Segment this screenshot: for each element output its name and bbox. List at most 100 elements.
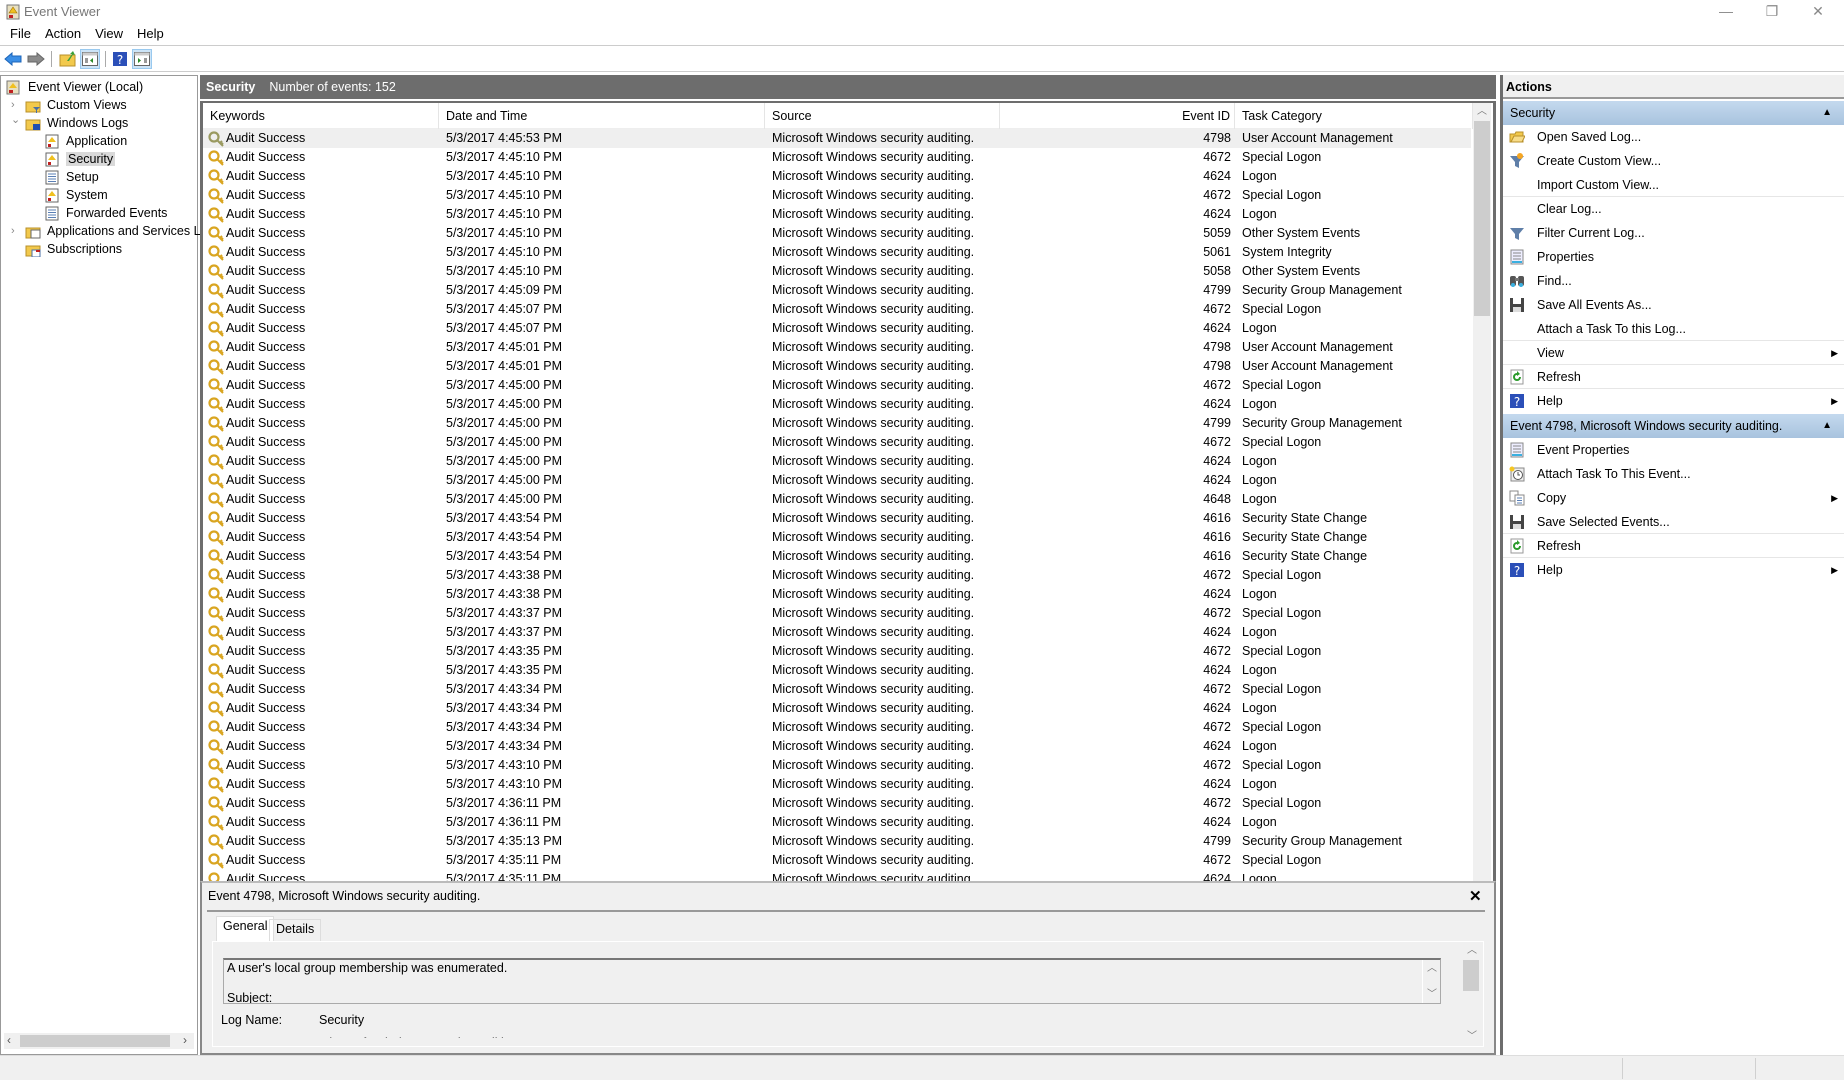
table-row[interactable]: Audit Success 5/3/2017 4:45:10 PM Microsof… xyxy=(203,148,1471,167)
tree-item-system[interactable]: System xyxy=(44,186,108,204)
table-row[interactable]: Audit Success 5/3/2017 4:45:53 PM Microsof… xyxy=(203,129,1471,148)
column-header-task-category[interactable]: Task Category xyxy=(1235,103,1473,129)
tree-item-applications-and-services-lo[interactable]: Applications and Services Lo xyxy=(25,222,208,240)
scroll-down-arrow-icon[interactable]: ﹀ xyxy=(1423,986,1440,1003)
action-help[interactable]: ? Help ▶ xyxy=(1503,558,1844,582)
tab-details[interactable]: Details xyxy=(269,919,322,941)
show-hide-console-tree-button[interactable] xyxy=(80,49,100,69)
scroll-thumb[interactable] xyxy=(1474,121,1490,316)
action-help[interactable]: ? Help ▶ xyxy=(1503,389,1844,413)
table-row[interactable]: Audit Success 5/3/2017 4:35:13 PM Microsof… xyxy=(203,832,1471,851)
table-row[interactable]: Audit Success 5/3/2017 4:45:00 PM Microsof… xyxy=(203,433,1471,452)
menu-action[interactable]: Action xyxy=(38,24,88,43)
scroll-up-arrow-icon[interactable]: ︿ xyxy=(1423,960,1440,978)
action-group-header[interactable]: Security ▲ xyxy=(1503,101,1844,125)
action-clear-log[interactable]: Clear Log... xyxy=(1503,197,1844,221)
table-row[interactable]: Audit Success 5/3/2017 4:45:10 PM Microsof… xyxy=(203,243,1471,262)
forward-button[interactable] xyxy=(26,49,46,69)
column-header-event-id[interactable]: Event ID xyxy=(1000,103,1235,129)
collapse-triangle-icon[interactable]: ▲ xyxy=(1822,101,1832,125)
expand-chevron-icon[interactable]: › xyxy=(11,225,21,237)
table-row[interactable]: Audit Success 5/3/2017 4:43:35 PM Microsof… xyxy=(203,661,1471,680)
table-row[interactable]: Audit Success 5/3/2017 4:43:34 PM Microsof… xyxy=(203,737,1471,756)
table-row[interactable]: Audit Success 5/3/2017 4:45:00 PM Microsof… xyxy=(203,490,1471,509)
message-scrollbar[interactable]: ︿ ﹀ xyxy=(1422,960,1440,1003)
table-row[interactable]: Audit Success 5/3/2017 4:45:07 PM Microsof… xyxy=(203,300,1471,319)
back-button[interactable] xyxy=(3,49,23,69)
table-row[interactable]: Audit Success 5/3/2017 4:45:10 PM Microsof… xyxy=(203,205,1471,224)
table-row[interactable]: Audit Success 5/3/2017 4:43:38 PM Microsof… xyxy=(203,585,1471,604)
table-row[interactable]: Audit Success 5/3/2017 4:43:35 PM Microsof… xyxy=(203,642,1471,661)
tree-item-custom-views[interactable]: Custom Views xyxy=(25,96,127,114)
table-row[interactable]: Audit Success 5/3/2017 4:45:10 PM Microsof… xyxy=(203,224,1471,243)
table-row[interactable]: Audit Success 5/3/2017 4:45:10 PM Microsof… xyxy=(203,262,1471,281)
table-row[interactable]: Audit Success 5/3/2017 4:45:00 PM Microsof… xyxy=(203,452,1471,471)
table-row[interactable]: Audit Success 5/3/2017 4:45:00 PM Microsof… xyxy=(203,376,1471,395)
action-attach-a-task-to-this-log[interactable]: Attach a Task To this Log... xyxy=(1503,317,1844,341)
menu-view[interactable]: View xyxy=(88,24,130,43)
collapse-triangle-icon[interactable]: ▲ xyxy=(1822,414,1832,438)
action-refresh[interactable]: Refresh xyxy=(1503,365,1844,389)
table-row[interactable]: Audit Success 5/3/2017 4:45:00 PM Microsof… xyxy=(203,471,1471,490)
table-row[interactable]: Audit Success 5/3/2017 4:43:54 PM Microsof… xyxy=(203,547,1471,566)
action-filter-current-log[interactable]: Filter Current Log... xyxy=(1503,221,1844,245)
menu-file[interactable]: File xyxy=(3,24,38,43)
table-row[interactable]: Audit Success 5/3/2017 4:45:00 PM Microsof… xyxy=(203,414,1471,433)
table-row[interactable]: Audit Success 5/3/2017 4:43:10 PM Microsof… xyxy=(203,775,1471,794)
table-row[interactable]: Audit Success 5/3/2017 4:36:11 PM Microsof… xyxy=(203,794,1471,813)
up-one-level-button[interactable] xyxy=(58,49,78,69)
help-button[interactable]: ? xyxy=(110,49,130,69)
table-row[interactable]: Audit Success 5/3/2017 4:43:54 PM Microsof… xyxy=(203,509,1471,528)
collapse-chevron-icon[interactable]: ⌄ xyxy=(11,114,21,126)
scroll-thumb[interactable] xyxy=(1463,960,1479,991)
table-row[interactable]: Audit Success 5/3/2017 4:45:01 PM Microsof… xyxy=(203,357,1471,376)
menu-help[interactable]: Help xyxy=(130,24,171,43)
tree-item-setup[interactable]: Setup xyxy=(44,168,99,186)
scroll-up-arrow-icon[interactable]: ︿ xyxy=(1473,103,1491,121)
action-save-selected-events[interactable]: Save Selected Events... xyxy=(1503,510,1844,534)
show-hide-action-pane-button[interactable] xyxy=(132,49,152,69)
column-header-keywords[interactable]: Keywords xyxy=(203,103,439,129)
tree-item-windows-logs[interactable]: Windows Logs xyxy=(25,114,128,132)
action-refresh[interactable]: Refresh xyxy=(1503,534,1844,558)
expand-chevron-icon[interactable]: › xyxy=(11,99,21,111)
action-properties[interactable]: Properties xyxy=(1503,245,1844,269)
action-view[interactable]: View ▶ xyxy=(1503,341,1844,365)
minimize-button[interactable]: — xyxy=(1703,0,1749,24)
tree-item-forwarded-events[interactable]: Forwarded Events xyxy=(44,204,167,222)
table-row[interactable]: Audit Success 5/3/2017 4:45:00 PM Microsof… xyxy=(203,395,1471,414)
scroll-thumb[interactable] xyxy=(20,1035,170,1047)
table-row[interactable]: Audit Success 5/3/2017 4:43:38 PM Microsof… xyxy=(203,566,1471,585)
table-row[interactable]: Audit Success 5/3/2017 4:43:10 PM Microsof… xyxy=(203,756,1471,775)
event-list-vertical-scrollbar[interactable]: ︿ ﹀ xyxy=(1473,103,1491,949)
tab-general[interactable]: General xyxy=(216,916,275,941)
tree-item-security[interactable]: Security xyxy=(44,150,116,168)
table-row[interactable]: Audit Success 5/3/2017 4:45:10 PM Microsof… xyxy=(203,186,1471,205)
table-row[interactable]: Audit Success 5/3/2017 4:45:07 PM Microsof… xyxy=(203,319,1471,338)
tree-item-application[interactable]: Application xyxy=(44,132,127,150)
tree-horizontal-scrollbar[interactable]: ‹ › xyxy=(4,1033,194,1049)
table-row[interactable]: Audit Success 5/3/2017 4:43:34 PM Microsof… xyxy=(203,699,1471,718)
action-save-all-events-as[interactable]: Save All Events As... xyxy=(1503,293,1844,317)
action-copy[interactable]: Copy ▶ xyxy=(1503,486,1844,510)
close-window-button[interactable]: ✕ xyxy=(1795,0,1841,24)
tree-item-subscriptions[interactable]: Subscriptions xyxy=(25,240,122,258)
table-row[interactable]: Audit Success 5/3/2017 4:45:09 PM Microsof… xyxy=(203,281,1471,300)
scroll-right-arrow-icon[interactable]: › xyxy=(183,1033,187,1047)
table-row[interactable]: Audit Success 5/3/2017 4:43:37 PM Microsof… xyxy=(203,623,1471,642)
table-row[interactable]: Audit Success 5/3/2017 4:43:34 PM Microsof… xyxy=(203,718,1471,737)
action-create-custom-view[interactable]: Create Custom View... xyxy=(1503,149,1844,173)
scroll-down-arrow-icon[interactable]: ﹀ xyxy=(1463,1028,1481,1046)
table-row[interactable]: Audit Success 5/3/2017 4:35:11 PM Microsof… xyxy=(203,851,1471,870)
table-row[interactable]: Audit Success 5/3/2017 4:36:11 PM Microsof… xyxy=(203,813,1471,832)
action-import-custom-view[interactable]: Import Custom View... xyxy=(1503,173,1844,197)
table-row[interactable]: Audit Success 5/3/2017 4:45:10 PM Microsof… xyxy=(203,167,1471,186)
action-event-properties[interactable]: Event Properties xyxy=(1503,438,1844,462)
scroll-up-arrow-icon[interactable]: ︿ xyxy=(1463,942,1481,960)
table-row[interactable]: Audit Success 5/3/2017 4:43:54 PM Microsof… xyxy=(203,528,1471,547)
preview-vertical-scrollbar[interactable]: ︿ ﹀ xyxy=(1463,942,1481,1046)
scroll-left-arrow-icon[interactable]: ‹ xyxy=(7,1033,11,1047)
table-row[interactable]: Audit Success 5/3/2017 4:43:34 PM Microsof… xyxy=(203,680,1471,699)
action-attach-task-to-this-event[interactable]: Attach Task To This Event... xyxy=(1503,462,1844,486)
table-row[interactable]: Audit Success 5/3/2017 4:45:01 PM Microsof… xyxy=(203,338,1471,357)
